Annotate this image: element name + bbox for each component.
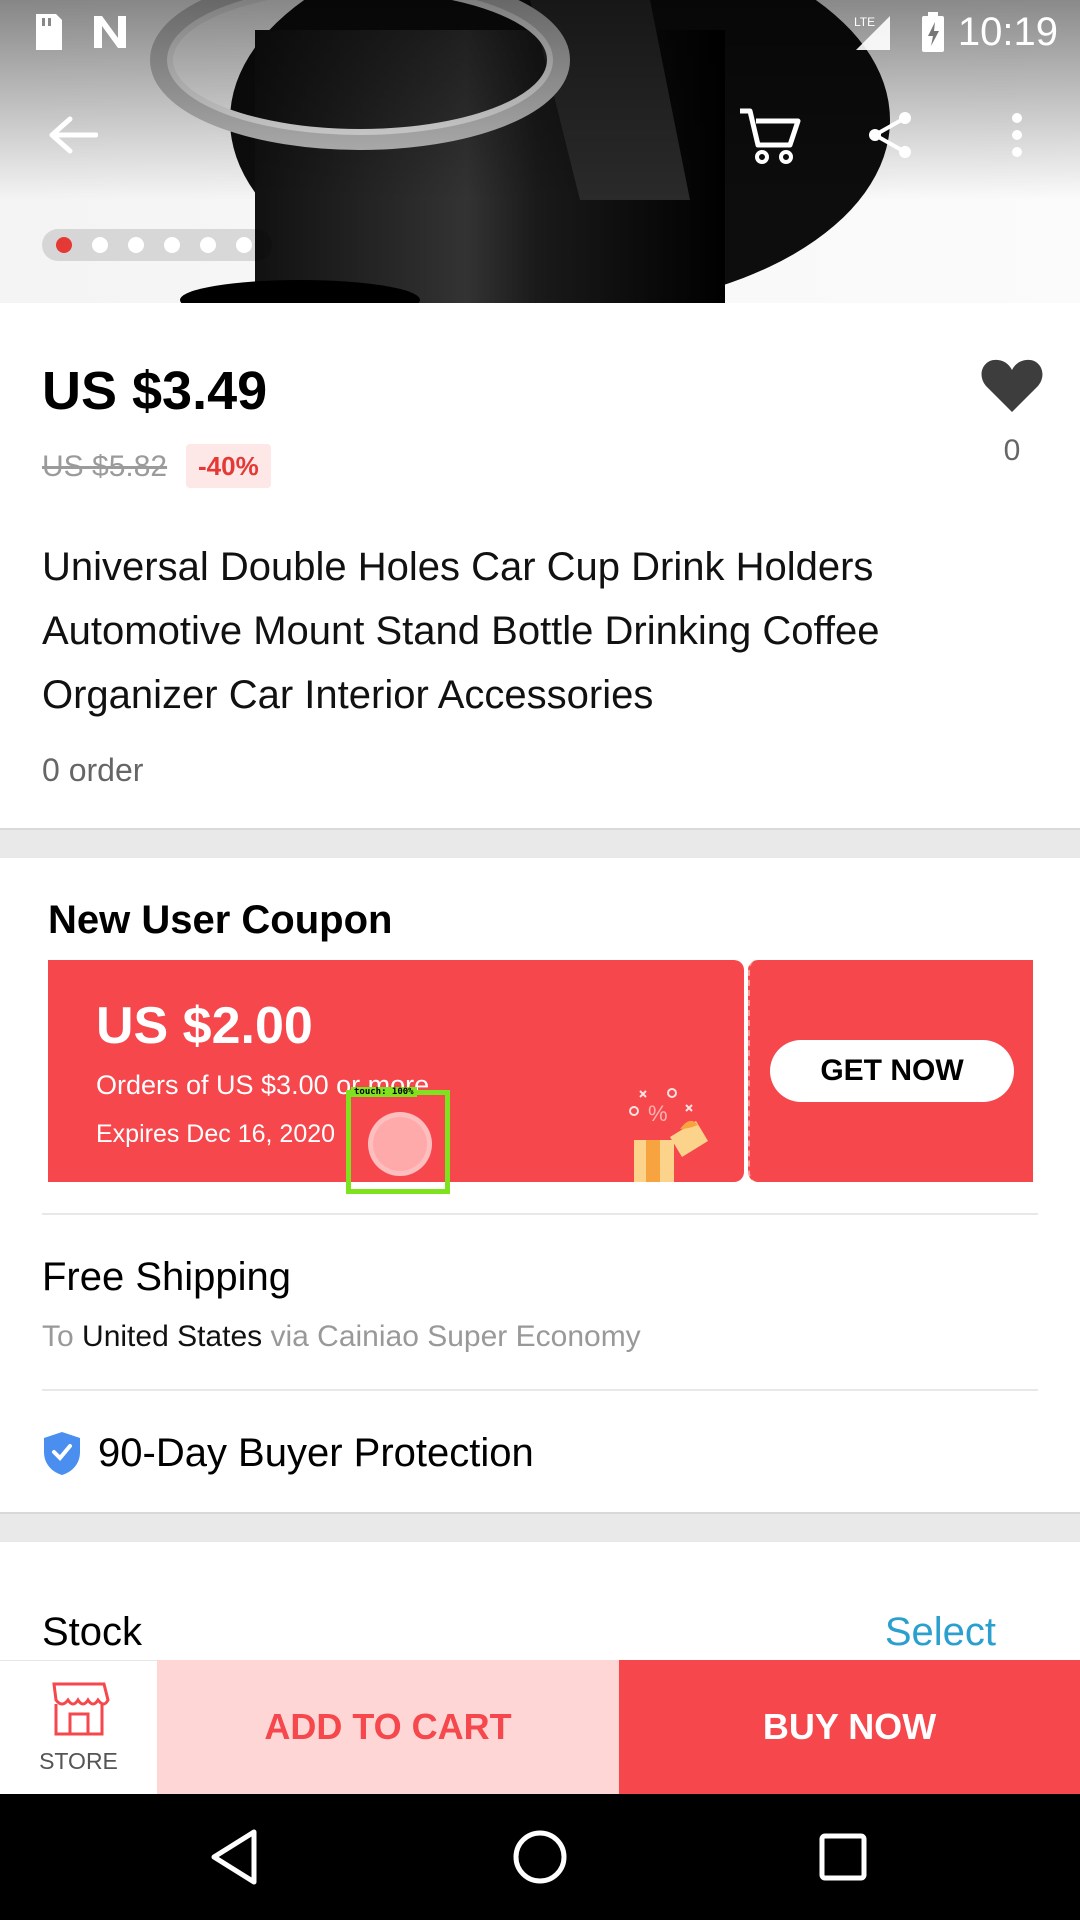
more-options-button[interactable]: [982, 100, 1052, 170]
carousel-indicator: [42, 229, 272, 261]
battery-charging-icon: [922, 12, 944, 52]
status-bar: LTE 10:19: [0, 0, 1080, 64]
divider: [42, 1213, 1038, 1215]
touch-point: [373, 1117, 427, 1171]
order-count: 0 order: [42, 752, 144, 788]
stock-label: Stock: [42, 1610, 143, 1654]
cart-icon: [740, 108, 801, 164]
carousel-dot: [92, 237, 108, 253]
store-icon: [51, 1682, 110, 1736]
coupon-action-area: GET NOW: [748, 960, 1039, 1182]
carousel-dot: [128, 237, 144, 253]
product-price: US $3.49: [42, 361, 268, 421]
new-user-coupon[interactable]: US $2.00 Orders of US $3.00 or more Expi…: [42, 960, 1039, 1182]
share-button[interactable]: [855, 100, 925, 170]
svg-text:%: %: [648, 1101, 668, 1126]
arrow-left-icon: [49, 116, 98, 154]
nav-recents-icon[interactable]: [808, 1822, 878, 1892]
carousel-dot: [56, 237, 72, 253]
select-stock-link[interactable]: Select: [885, 1610, 996, 1655]
sd-card-icon: [36, 14, 62, 50]
shield-icon: [44, 1432, 80, 1475]
buyer-protection-label: 90-Day Buyer Protection: [98, 1430, 534, 1475]
carousel-dot: [164, 237, 180, 253]
svg-text:LTE: LTE: [854, 15, 875, 29]
store-label: STORE: [39, 1748, 118, 1774]
coupon-edge: [42, 960, 54, 1182]
cart-button[interactable]: [730, 100, 810, 170]
back-button[interactable]: [38, 100, 108, 170]
carousel-dot: [236, 237, 252, 253]
more-vertical-icon: [1012, 113, 1022, 157]
shipping-heading[interactable]: Free Shipping: [42, 1255, 291, 1300]
heart-icon[interactable]: [980, 358, 1044, 414]
divider: [42, 1389, 1038, 1391]
touch-indicator: touch: 100%: [346, 1087, 450, 1194]
lte-signal-icon: LTE: [854, 15, 890, 50]
bottom-action-bar: STORE ADD TO CART BUY NOW: [0, 1660, 1080, 1794]
store-button[interactable]: STORE: [0, 1660, 157, 1794]
shipping-details[interactable]: To United States via Cainiao Super Econo…: [42, 1320, 641, 1354]
product-image-carousel[interactable]: LTE 10:19: [0, 0, 1080, 303]
wishlist-count: 0: [1003, 434, 1021, 467]
status-time: 10:19: [957, 10, 1058, 54]
shipping-prefix: To: [42, 1320, 74, 1353]
carousel-dot: [200, 237, 216, 253]
share-icon: [869, 112, 911, 158]
system-navigation-bar: [0, 1794, 1080, 1920]
touch-label: touch: 100%: [351, 1087, 417, 1097]
section-divider: [0, 1512, 1080, 1542]
add-to-cart-button[interactable]: ADD TO CART: [157, 1660, 619, 1794]
n-notification-icon: [94, 16, 126, 48]
get-now-button[interactable]: GET NOW: [770, 1040, 1014, 1102]
coupon-amount: US $2.00: [96, 997, 313, 1055]
discount-badge: -40%: [186, 444, 271, 488]
shipping-method: via Cainiao Super Economy: [270, 1320, 641, 1353]
shipping-country: United States: [82, 1320, 263, 1353]
coupon-heading: New User Coupon: [48, 898, 393, 942]
nav-back-icon[interactable]: [200, 1822, 270, 1892]
buy-now-button[interactable]: BUY NOW: [619, 1660, 1080, 1794]
nav-home-icon[interactable]: [505, 1822, 575, 1892]
section-divider: [0, 828, 1080, 858]
buyer-protection[interactable]: 90-Day Buyer Protection: [42, 1428, 534, 1478]
coupon-edge: [1027, 960, 1039, 1182]
original-price: US $5.82: [42, 450, 168, 483]
product-title: Universal Double Holes Car Cup Drink Hol…: [42, 545, 880, 717]
coupon-expiry: Expires Dec 16, 2020: [96, 1120, 336, 1148]
gift-box-icon: %: [629, 1088, 708, 1182]
